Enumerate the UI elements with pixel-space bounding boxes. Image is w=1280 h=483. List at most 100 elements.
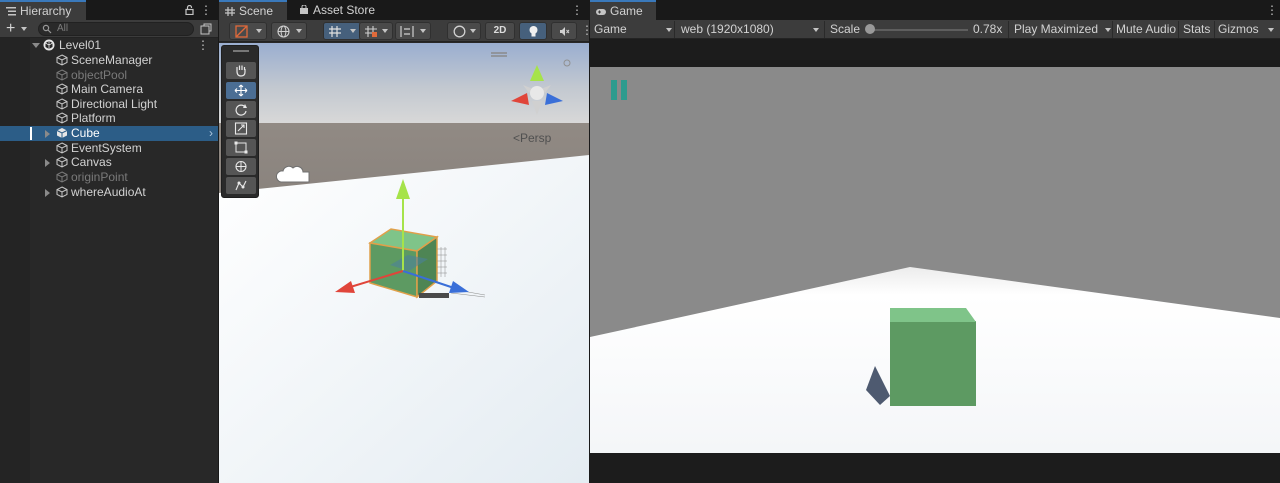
lock-icon[interactable]	[185, 5, 194, 15]
expand-arrow-icon[interactable]	[45, 130, 50, 138]
toggle-2d-label: 2D	[493, 25, 507, 36]
transform-tool-button[interactable]	[226, 158, 256, 175]
overlay-drag-handle[interactable]	[233, 50, 249, 52]
tab-game[interactable]: Game	[590, 0, 656, 20]
item-label: Cube	[71, 126, 100, 140]
scene-row[interactable]: Level01 ⋮	[0, 38, 218, 53]
move-tool-button[interactable]	[226, 82, 256, 99]
tab-hierarchy[interactable]: Hierarchy	[0, 0, 86, 20]
item-label: Directional Light	[71, 97, 158, 111]
rotate-tool-button[interactable]	[226, 101, 256, 118]
custom-editor-tool-icon	[235, 180, 247, 191]
tab-asset-store[interactable]: Asset Store	[293, 0, 383, 20]
game-cube-top-face	[890, 308, 976, 322]
scene-tabbar: Scene Asset Store ⋮	[219, 0, 589, 20]
hierarchy-item-canvas[interactable]: Canvas	[0, 155, 218, 170]
game-panel: Game ⋮ Game web (1920x1080) Scale 0.78x …	[590, 0, 1280, 483]
lighting-toggle-button[interactable]	[519, 22, 547, 40]
expand-arrow-icon[interactable]	[45, 159, 50, 167]
game-tabbar: Game ⋮	[590, 0, 1280, 20]
letterbox-top	[590, 40, 1280, 67]
tab-scene[interactable]: Scene	[219, 0, 287, 20]
hand-icon	[236, 65, 246, 77]
toolbar-separator	[674, 21, 675, 38]
game-menu-icon[interactable]: ⋮	[1266, 3, 1278, 17]
item-label: Main Camera	[71, 82, 144, 96]
hierarchy-item-objectpool[interactable]: objectPool	[0, 68, 218, 83]
shading-sphere-button[interactable]	[447, 22, 481, 40]
game-render[interactable]	[590, 40, 1280, 483]
chevron-right-icon[interactable]: ›	[209, 126, 213, 141]
draw-mode-button[interactable]	[229, 22, 267, 40]
gameobject-cube-icon	[56, 171, 68, 183]
scene-menu-icon[interactable]: ⋮	[197, 38, 209, 53]
scene-menu-icon[interactable]: ⋮	[571, 3, 583, 17]
scale-slider-track[interactable]	[870, 29, 968, 31]
pause-icon-bar[interactable]	[621, 80, 627, 100]
game-viewport[interactable]	[590, 40, 1280, 483]
scale-value: 0.78x	[973, 22, 1003, 36]
expand-arrow-icon[interactable]	[45, 189, 50, 197]
hierarchy-item-platform[interactable]: Platform	[0, 111, 218, 126]
stats-button[interactable]: Stats	[1183, 20, 1210, 39]
toggle-2d-button[interactable]: 2D	[485, 22, 515, 40]
hierarchy-tree: Level01 ⋮ SceneManager objectPool Main C…	[0, 38, 218, 483]
display-select[interactable]: Game	[594, 20, 674, 39]
toolbar-separator	[1178, 21, 1179, 38]
chevron-down-icon	[813, 28, 819, 32]
shaded-mode-icon	[235, 25, 248, 38]
item-label: SceneManager	[71, 53, 153, 67]
projection-label[interactable]: <Persp	[513, 131, 551, 145]
gameobject-cube-icon	[56, 98, 68, 110]
gameobject-cube-icon	[56, 128, 68, 138]
hand-tool-button[interactable]	[226, 62, 256, 79]
hierarchy-panel: Hierarchy ⋮ + All Level01 ⋮ SceneManager…	[0, 0, 218, 483]
rect-transform-icon	[234, 141, 248, 154]
scene-visibility-icon[interactable]	[200, 23, 212, 35]
scene-viewport[interactable]: <Persp	[219, 43, 589, 483]
chevron-down-icon	[1105, 28, 1111, 32]
increment-snap-button[interactable]	[359, 22, 393, 40]
scale-tool-button[interactable]	[226, 120, 256, 137]
toolbar-separator	[824, 21, 825, 38]
hierarchy-item-directional-light[interactable]: Directional Light	[0, 97, 218, 112]
hierarchy-menu-icon[interactable]: ⋮	[200, 3, 212, 17]
gizmos-select[interactable]: Gizmos	[1218, 20, 1274, 39]
hierarchy-item-scenemanager[interactable]: SceneManager	[0, 53, 218, 68]
pause-icon[interactable]	[611, 80, 617, 100]
hierarchy-tabbar: Hierarchy ⋮	[0, 0, 218, 20]
collapse-arrow-icon[interactable]	[32, 43, 40, 48]
hierarchy-item-originpoint[interactable]: originPoint	[0, 170, 218, 185]
mute-audio-button[interactable]: Mute Audio	[1116, 20, 1176, 39]
item-label: EventSystem	[71, 141, 142, 155]
hierarchy-search-input[interactable]: All	[38, 22, 194, 36]
grid-snap-button[interactable]	[323, 22, 361, 40]
audio-toggle-button[interactable]	[551, 22, 577, 40]
align-button[interactable]	[395, 22, 431, 40]
chevron-down-icon	[470, 29, 476, 33]
hierarchy-item-eventsystem[interactable]: EventSystem	[0, 141, 218, 156]
custom-tool-button[interactable]	[226, 177, 256, 194]
chevron-down-icon	[382, 29, 388, 33]
chevron-down-icon	[256, 29, 262, 33]
scale-slider-handle[interactable]	[865, 24, 875, 34]
resolution-select[interactable]: web (1920x1080)	[681, 20, 821, 39]
scene-name: Level01	[59, 38, 102, 52]
item-label: Canvas	[71, 155, 112, 169]
create-dropdown-icon[interactable]	[21, 27, 27, 31]
play-mode-select[interactable]: Play Maximized	[1014, 20, 1112, 39]
item-label: Platform	[71, 111, 116, 125]
letterbox-bottom	[590, 453, 1280, 483]
global-local-button[interactable]	[271, 22, 307, 40]
chevron-down-icon	[350, 29, 356, 33]
rect-tool-button[interactable]	[226, 139, 256, 156]
play-mode-value: Play Maximized	[1014, 22, 1099, 36]
hierarchy-item-cube[interactable]: Cube ›	[0, 126, 218, 141]
create-plus-icon[interactable]: +	[6, 20, 15, 37]
sky	[219, 43, 589, 123]
hierarchy-item-whereaudioat[interactable]: whereAudioAt	[0, 185, 218, 200]
hierarchy-item-main-camera[interactable]: Main Camera	[0, 82, 218, 97]
chevron-down-icon	[1268, 28, 1274, 32]
gameobject-cube-icon	[56, 83, 68, 95]
scene-render[interactable]	[219, 43, 589, 483]
